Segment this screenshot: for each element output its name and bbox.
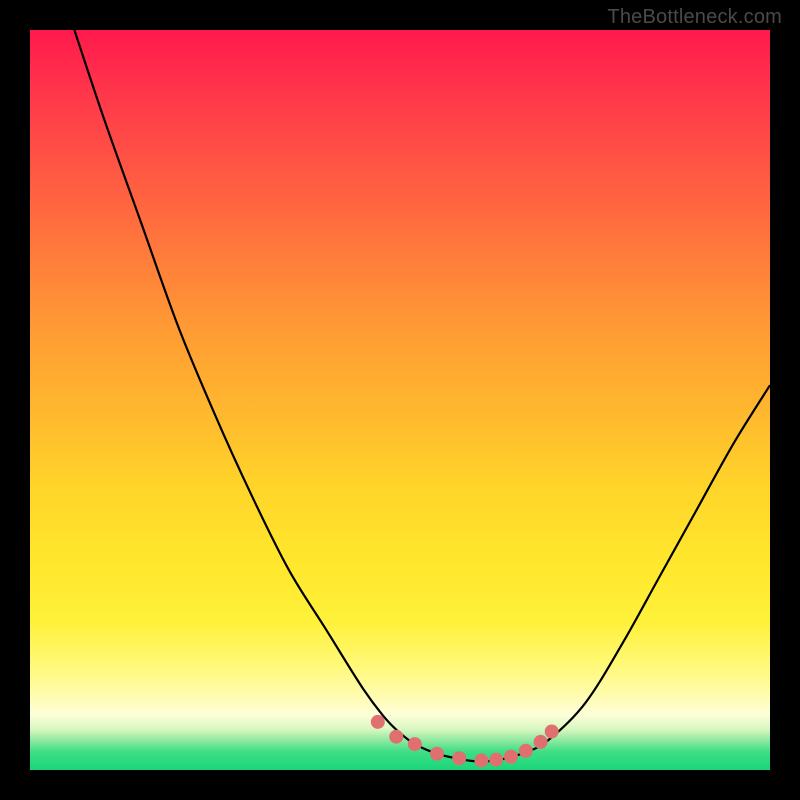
plot-area [30, 30, 770, 770]
curve-marker [371, 715, 385, 729]
chart-frame: TheBottleneck.com [0, 0, 800, 800]
curve-svg [30, 30, 770, 770]
curve-marker [545, 725, 559, 739]
curve-marker [452, 751, 466, 765]
curve-marker [489, 753, 503, 767]
watermark-text: TheBottleneck.com [607, 6, 782, 29]
curve-marker [504, 750, 518, 764]
curve-marker [534, 735, 548, 749]
curve-marker [430, 747, 444, 761]
marker-group [371, 715, 559, 768]
curve-marker [474, 753, 488, 767]
curve-marker [519, 744, 533, 758]
curve-marker [408, 737, 422, 751]
curve-marker [389, 730, 403, 744]
bottleneck-curve [74, 30, 770, 761]
